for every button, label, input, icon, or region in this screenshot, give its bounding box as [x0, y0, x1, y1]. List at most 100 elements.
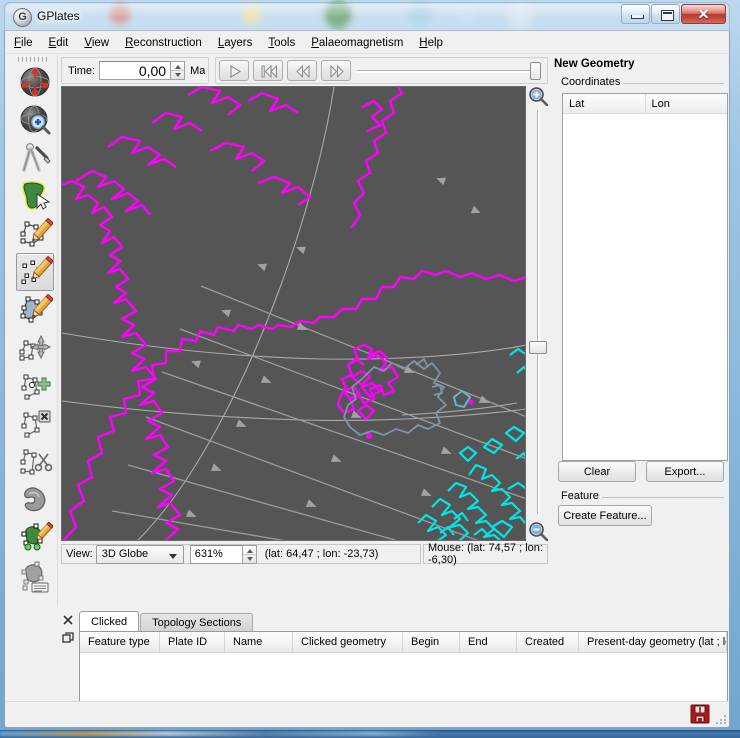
- clear-button[interactable]: Clear: [558, 461, 636, 482]
- zoom-globe-tool[interactable]: [16, 101, 54, 139]
- close-button[interactable]: ✕: [681, 4, 726, 24]
- view-status-bar: View: 3D Globe 631% (lat: 64,47 ; lon: -…: [61, 542, 548, 566]
- polygon-pencil-icon: [20, 293, 53, 323]
- reset-to-start-button[interactable]: [253, 60, 284, 81]
- digitise-polygon-tool[interactable]: [16, 291, 54, 329]
- globe-rendering: [62, 87, 525, 540]
- menu-reconstruction[interactable]: Reconstruction: [117, 34, 210, 52]
- step-back-button[interactable]: [287, 60, 318, 81]
- column-header-end[interactable]: End: [460, 632, 517, 652]
- time-slider[interactable]: [357, 60, 541, 81]
- menu-bar: File Edit View Reconstruction Layers Too…: [6, 32, 729, 54]
- zoom-spinner-up-icon[interactable]: [242, 546, 256, 555]
- menu-help[interactable]: Help: [411, 34, 451, 52]
- column-header-lat[interactable]: Lat: [563, 94, 646, 113]
- dock-float-button[interactable]: [61, 631, 75, 645]
- unsaved-changes-indicator[interactable]: [690, 704, 710, 724]
- menu-edit[interactable]: Edit: [41, 34, 77, 52]
- tool-palette-grip[interactable]: [18, 57, 50, 62]
- minimize-button[interactable]: [621, 4, 650, 24]
- column-header-begin[interactable]: Begin: [403, 632, 460, 652]
- zoom-slider-handle[interactable]: [529, 341, 547, 354]
- zoom-in-button[interactable]: [528, 86, 549, 107]
- manipulate-pole-tool[interactable]: [16, 481, 54, 519]
- dock-buttons: [61, 613, 77, 649]
- play-button[interactable]: [219, 60, 250, 81]
- menu-layers[interactable]: Layers: [210, 34, 261, 52]
- tab-topology-sections[interactable]: Topology Sections: [140, 613, 254, 632]
- feature-group-label: Feature: [558, 490, 602, 502]
- tab-topology-sections-label: Topology Sections: [152, 617, 242, 629]
- step-forward-button[interactable]: [321, 60, 352, 81]
- time-input[interactable]: 0,00: [99, 61, 172, 80]
- menu-view[interactable]: View: [76, 34, 117, 52]
- maximize-button[interactable]: [651, 4, 680, 24]
- click-geometry-tool[interactable]: [16, 177, 54, 215]
- camera-position-label: (lat: 64,47 ; lon: -23,73): [264, 548, 379, 560]
- build-topology-tool[interactable]: [16, 519, 54, 557]
- globe-drag-icon: [20, 67, 50, 97]
- insert-vertex-tool[interactable]: [16, 367, 54, 405]
- minimize-icon: [631, 15, 644, 19]
- undock-icon: [62, 632, 74, 643]
- window-title: GPlates: [37, 9, 80, 23]
- menu-tools[interactable]: Tools: [260, 34, 303, 52]
- time-slider-handle[interactable]: [530, 62, 541, 80]
- zoom-spinner[interactable]: [241, 544, 257, 564]
- tool-palette: [9, 55, 58, 607]
- measure-distance-tool[interactable]: [16, 139, 54, 177]
- drag-globe-tool[interactable]: [16, 63, 54, 101]
- split-feature-tool[interactable]: [16, 443, 54, 481]
- menu-view-rest: iew: [91, 36, 110, 49]
- zoom-slider[interactable]: [528, 86, 549, 542]
- tab-clicked[interactable]: Clicked: [79, 611, 140, 632]
- manipulate-pole-icon: [24, 487, 46, 512]
- column-header-name[interactable]: Name: [225, 632, 293, 652]
- view-mode-value: 3D Globe: [101, 548, 149, 560]
- delete-vertex-icon: [21, 410, 51, 438]
- zoom-spinner-down-icon[interactable]: [243, 555, 256, 563]
- column-header-clicked-geometry[interactable]: Clicked geometry: [293, 632, 403, 652]
- gplates-globe-icon: G: [13, 8, 32, 27]
- digitise-polyline-tool[interactable]: [16, 215, 54, 253]
- delete-vertex-tool[interactable]: [16, 405, 54, 443]
- menu-layers-rest: ayers: [224, 36, 253, 49]
- digitise-multipoint-tool[interactable]: [16, 253, 54, 291]
- status-bar: [6, 701, 729, 726]
- column-header-feature-type[interactable]: Feature type: [80, 632, 160, 652]
- spinner-down-icon[interactable]: [171, 71, 184, 79]
- time-spinner[interactable]: [170, 61, 186, 80]
- globe-panel: Time: 0,00 Ma View: 3D Globe 631% (lat: …: [61, 55, 549, 607]
- zoom-percent-input[interactable]: 631%: [189, 544, 243, 564]
- export-button-label: Export...: [664, 465, 706, 478]
- menu-palaeomagnetism[interactable]: Palaeomagnetism: [303, 34, 411, 52]
- export-button[interactable]: Export...: [646, 461, 724, 482]
- title-bar[interactable]: G GPlates ✕: [4, 2, 730, 30]
- chevron-down-icon: [168, 553, 177, 559]
- compass-divider-icon: [22, 143, 51, 172]
- dock-close-button[interactable]: [61, 613, 75, 627]
- coordinates-groupbox: Coordinates Lat Lon: [554, 76, 728, 481]
- create-feature-button[interactable]: Create Feature...: [558, 505, 652, 526]
- column-header-plate-id[interactable]: Plate ID: [160, 632, 225, 652]
- clear-button-label: Clear: [583, 465, 611, 478]
- view-mode-combobox[interactable]: 3D Globe: [95, 544, 184, 564]
- new-geometry-dock: New Geometry Coordinates Lat Lon Clear E…: [550, 55, 728, 607]
- multipoint-pencil-icon: [21, 255, 53, 284]
- column-header-lon[interactable]: Lon: [645, 94, 727, 113]
- close-icon: ✕: [697, 6, 710, 22]
- zoom-out-button[interactable]: [528, 521, 549, 542]
- coordinates-group-label: Coordinates: [558, 76, 624, 88]
- column-header-created[interactable]: Created: [517, 632, 579, 652]
- move-vertex-tool[interactable]: [16, 329, 54, 367]
- spinner-up-icon[interactable]: [171, 62, 185, 71]
- edit-topology-tool[interactable]: [16, 557, 54, 595]
- mouse-position-label: Mouse: (lat: 74,57 ; lon: -6,30): [428, 542, 543, 566]
- column-header-present-day-geometry[interactable]: Present-day geometry (lat ; lo: [579, 632, 727, 652]
- coordinates-table[interactable]: Lat Lon: [562, 93, 728, 461]
- globe-canvas[interactable]: [61, 86, 526, 541]
- menu-file[interactable]: File: [6, 34, 41, 52]
- feature-groupbox: Feature Create Feature...: [554, 490, 724, 537]
- resize-grip-icon[interactable]: [716, 713, 728, 725]
- polyline-pencil-icon: [20, 217, 53, 247]
